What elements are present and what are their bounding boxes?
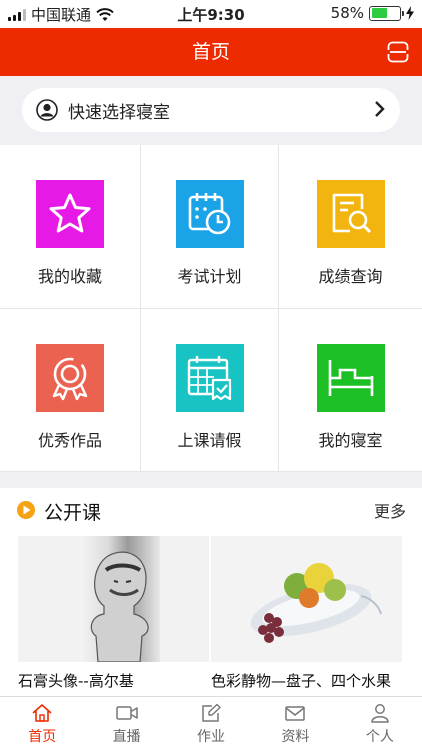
open-course-header: 公开课 更多 [0, 488, 422, 534]
status-bar: 中国联通 上午9:30 58% [0, 0, 422, 28]
user-icon [36, 99, 58, 121]
battery-percent: 58% [330, 4, 364, 22]
document-search-icon [316, 180, 385, 248]
video-icon [115, 706, 138, 720]
tab-materials[interactable]: 资料 [253, 697, 337, 750]
grid-item-excellent-works[interactable]: 优秀作品 [0, 309, 141, 472]
more-link[interactable]: 更多 [374, 498, 406, 522]
award-icon [36, 344, 104, 412]
course-caption: 色彩静物—盘子、四个水果 [211, 672, 392, 690]
tab-profile[interactable]: 个人 [338, 697, 422, 750]
grid-item-exam-plan[interactable]: 考试计划 [141, 145, 279, 309]
grid-item-label: 上课请假 [177, 431, 242, 450]
course-card[interactable]: 色彩静物—盘子、四个水果 [211, 536, 402, 691]
edit-icon [202, 703, 221, 722]
grid-item-grade-query[interactable]: 成绩查询 [279, 145, 422, 309]
grid-item-label: 成绩查询 [318, 267, 383, 286]
dorm-selector-label: 快速选择寝室 [68, 102, 170, 123]
open-course-list: 石膏头像--高尔基 色彩静物—盘子、四个水果 [0, 534, 422, 692]
home-icon [32, 704, 52, 722]
grid-item-leave-request[interactable]: 上课请假 [141, 309, 279, 472]
star-icon [36, 180, 104, 248]
tab-label: 个人 [365, 729, 394, 745]
status-right: 58% [331, 4, 414, 22]
tab-label: 资料 [281, 729, 310, 745]
tab-homework[interactable]: 作业 [169, 697, 253, 750]
grid-item-my-dorm[interactable]: 我的寝室 [279, 309, 422, 472]
nav-bar: 首页 [0, 28, 422, 76]
course-thumbnail [211, 536, 402, 662]
grid-item-label: 我的寝室 [318, 431, 383, 450]
mail-icon [285, 706, 306, 721]
section-title: 公开课 [44, 502, 102, 524]
tab-label: 作业 [197, 729, 226, 745]
tab-live[interactable]: 直播 [84, 697, 168, 750]
course-caption: 石膏头像--高尔基 [18, 672, 134, 690]
battery-icon [369, 5, 404, 21]
tab-label: 直播 [112, 729, 141, 745]
feature-grid: 我的收藏 考试计划 成绩查询 优秀作品 上课请假 我的寝室 [0, 145, 422, 472]
grid-item-favorites[interactable]: 我的收藏 [0, 145, 141, 309]
bed-icon [316, 344, 385, 412]
grid-item-label: 优秀作品 [37, 431, 102, 450]
quick-dorm-selector[interactable]: 快速选择寝室 [22, 88, 400, 132]
page-title: 首页 [191, 41, 230, 63]
scan-icon[interactable] [386, 40, 410, 64]
grid-item-label: 我的收藏 [37, 267, 102, 286]
tab-label: 首页 [28, 729, 57, 745]
chevron-right-icon [375, 101, 385, 117]
calendar-clock-icon [175, 180, 244, 248]
course-card[interactable]: 石膏头像--高尔基 [18, 536, 209, 691]
play-icon [17, 501, 35, 519]
calendar-leave-icon [175, 344, 244, 412]
charging-icon [406, 6, 414, 20]
course-thumbnail [18, 536, 209, 662]
grid-item-label: 考试计划 [177, 267, 242, 286]
person-icon [371, 704, 389, 723]
tab-bar: 首页 直播 作业 资料 个人 [0, 696, 422, 750]
tab-home[interactable]: 首页 [0, 697, 84, 750]
